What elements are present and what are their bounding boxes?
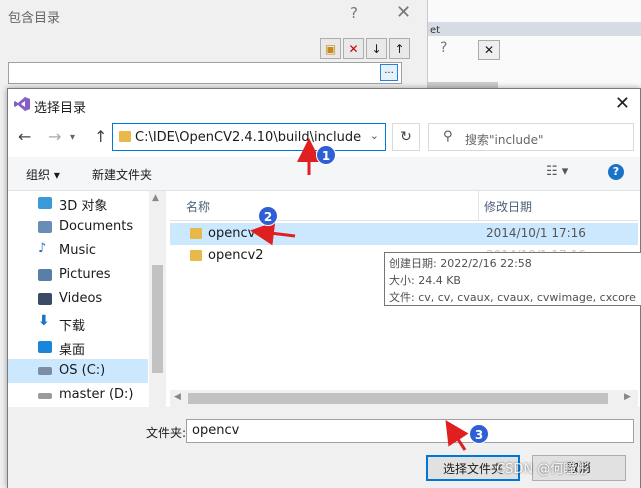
delete-icon[interactable]: ✕ bbox=[343, 38, 364, 59]
background-help-button[interactable]: ? bbox=[350, 4, 358, 22]
sidebar-item-documents[interactable]: Documents bbox=[8, 215, 148, 239]
address-bar[interactable]: C:\IDE\OpenCV2.4.10\build\include ⌄ bbox=[112, 123, 386, 151]
background-right-help[interactable]: ? bbox=[440, 40, 447, 56]
desktop-icon bbox=[38, 341, 52, 353]
column-separator[interactable] bbox=[478, 191, 479, 221]
organize-menu[interactable]: 组织 ▾ bbox=[26, 166, 60, 183]
browse-button[interactable]: ... bbox=[380, 64, 398, 81]
annotation-badge-1: 1 bbox=[316, 145, 336, 165]
column-date-header[interactable]: 修改日期 bbox=[484, 198, 532, 215]
annotation-badge-2: 2 bbox=[258, 206, 278, 226]
folder-icon bbox=[190, 250, 202, 261]
dialog-title: 选择目录 bbox=[34, 101, 87, 116]
sidebar-item-downloads[interactable]: ⬇ 下载 bbox=[8, 311, 148, 335]
background-directory-input[interactable] bbox=[8, 62, 402, 84]
scroll-up-icon[interactable]: ▲ bbox=[152, 193, 159, 203]
sidebar-item-label: Pictures bbox=[59, 267, 111, 282]
chevron-down-icon[interactable]: ⌄ bbox=[370, 129, 379, 142]
sidebar-item-label: OS (C:) bbox=[59, 363, 106, 378]
sidebar-item-videos[interactable]: Videos bbox=[8, 287, 148, 311]
background-toolbar: ▣ ✕ ↓ ↑ bbox=[320, 38, 410, 59]
tooltip-size: 大小: 24.4 KB bbox=[389, 274, 461, 287]
folder-name-value[interactable]: opencv bbox=[192, 423, 239, 438]
sidebar-item-label: master (D:) bbox=[59, 387, 134, 402]
drive-icon bbox=[38, 393, 52, 399]
view-options-icon[interactable]: ☷ ▾ bbox=[546, 164, 568, 179]
navigation-pane: 3D 对象 Documents ♪ Music Pictures Videos … bbox=[8, 191, 166, 407]
documents-icon bbox=[38, 221, 52, 233]
new-folder-button[interactable]: 新建文件夹 bbox=[92, 166, 152, 183]
move-down-icon[interactable]: ↓ bbox=[366, 38, 387, 59]
background-right-close[interactable]: ✕ bbox=[478, 40, 500, 60]
back-arrow-icon[interactable]: ← bbox=[18, 127, 31, 146]
sidebar-item-desktop[interactable]: 桌面 bbox=[8, 335, 148, 359]
forward-arrow-icon[interactable]: → bbox=[48, 127, 61, 146]
sidebar-item-master-d[interactable]: master (D:) bbox=[8, 383, 148, 407]
background-right-strip-text: et bbox=[430, 25, 441, 36]
folder-label: 文件夹: bbox=[146, 426, 187, 440]
scroll-left-icon[interactable]: ◀ bbox=[174, 392, 181, 402]
music-note-icon: ♪ bbox=[38, 241, 47, 256]
sidebar-scrollbar[interactable]: ▲ bbox=[149, 191, 166, 407]
move-up-icon[interactable]: ↑ bbox=[389, 38, 410, 59]
background-close-button[interactable]: ✕ bbox=[396, 2, 411, 23]
dialog-titlebar: 选择目录 ✕ bbox=[8, 89, 640, 119]
search-input[interactable]: ⚲ 搜索"include" bbox=[428, 123, 634, 151]
file-name: opencv bbox=[208, 226, 256, 241]
file-date: 2014/10/1 17:16 bbox=[486, 226, 586, 240]
background-right-strip: et bbox=[428, 22, 641, 36]
sidebar-item-label: 下载 bbox=[59, 319, 86, 334]
address-path[interactable]: C:\IDE\OpenCV2.4.10\build\include bbox=[135, 130, 361, 145]
up-arrow-icon[interactable]: ↑ bbox=[94, 127, 107, 146]
horizontal-scrollbar[interactable]: ◀ ▶ bbox=[170, 390, 638, 407]
close-icon[interactable]: ✕ bbox=[615, 93, 630, 114]
search-icon: ⚲ bbox=[443, 129, 453, 144]
recent-locations-chevron-icon[interactable]: ▾ bbox=[70, 132, 75, 143]
watermark: CSDN @何瞳彤 bbox=[496, 462, 590, 477]
tooltip-files: 文件: cv, cv, cvaux, cvaux, cvwimage, cxco… bbox=[389, 291, 637, 304]
column-name-header[interactable]: 名称 bbox=[186, 198, 210, 215]
help-icon[interactable]: ? bbox=[608, 164, 624, 180]
file-name: opencv2 bbox=[208, 248, 264, 263]
3d-objects-icon bbox=[38, 197, 52, 209]
download-arrow-icon: ⬇ bbox=[38, 313, 50, 329]
videos-icon bbox=[38, 293, 52, 305]
file-tooltip: 创建日期: 2022/2/16 22:58 大小: 24.4 KB 文件: cv… bbox=[384, 252, 641, 306]
background-dialog-title: 包含目录 bbox=[8, 11, 61, 26]
drive-icon bbox=[38, 367, 52, 375]
search-placeholder: 搜索"include" bbox=[465, 133, 544, 147]
horizontal-scroll-thumb[interactable] bbox=[188, 393, 608, 404]
sidebar-item-label: Music bbox=[59, 243, 96, 258]
folder-icon bbox=[119, 131, 131, 142]
tooltip-created: 创建日期: 2022/2/16 22:58 bbox=[389, 257, 532, 270]
new-line-icon[interactable]: ▣ bbox=[320, 38, 341, 59]
sidebar-item-os-c[interactable]: OS (C:) bbox=[8, 359, 148, 383]
refresh-icon[interactable]: ↻ bbox=[392, 123, 420, 151]
folder-name-input[interactable]: opencv bbox=[186, 419, 634, 443]
sidebar-item-pictures[interactable]: Pictures bbox=[8, 263, 148, 287]
folder-icon bbox=[190, 228, 202, 239]
sidebar-scroll-thumb[interactable] bbox=[152, 265, 163, 373]
visual-studio-icon bbox=[14, 97, 30, 111]
sidebar-item-3d-objects[interactable]: 3D 对象 bbox=[8, 191, 148, 215]
sidebar-item-label: 桌面 bbox=[59, 343, 86, 358]
sidebar-item-label: 3D 对象 bbox=[59, 199, 108, 214]
annotation-badge-3: 3 bbox=[469, 424, 489, 444]
scroll-right-icon[interactable]: ▶ bbox=[624, 392, 631, 402]
sidebar-item-music[interactable]: ♪ Music bbox=[8, 239, 148, 263]
pictures-icon bbox=[38, 269, 52, 281]
sidebar-item-label: Videos bbox=[59, 291, 103, 306]
column-header: 名称 修改日期 bbox=[170, 191, 638, 221]
sidebar-item-label: Documents bbox=[59, 219, 134, 234]
table-row[interactable]: opencv 2014/10/1 17:16 bbox=[170, 223, 638, 245]
